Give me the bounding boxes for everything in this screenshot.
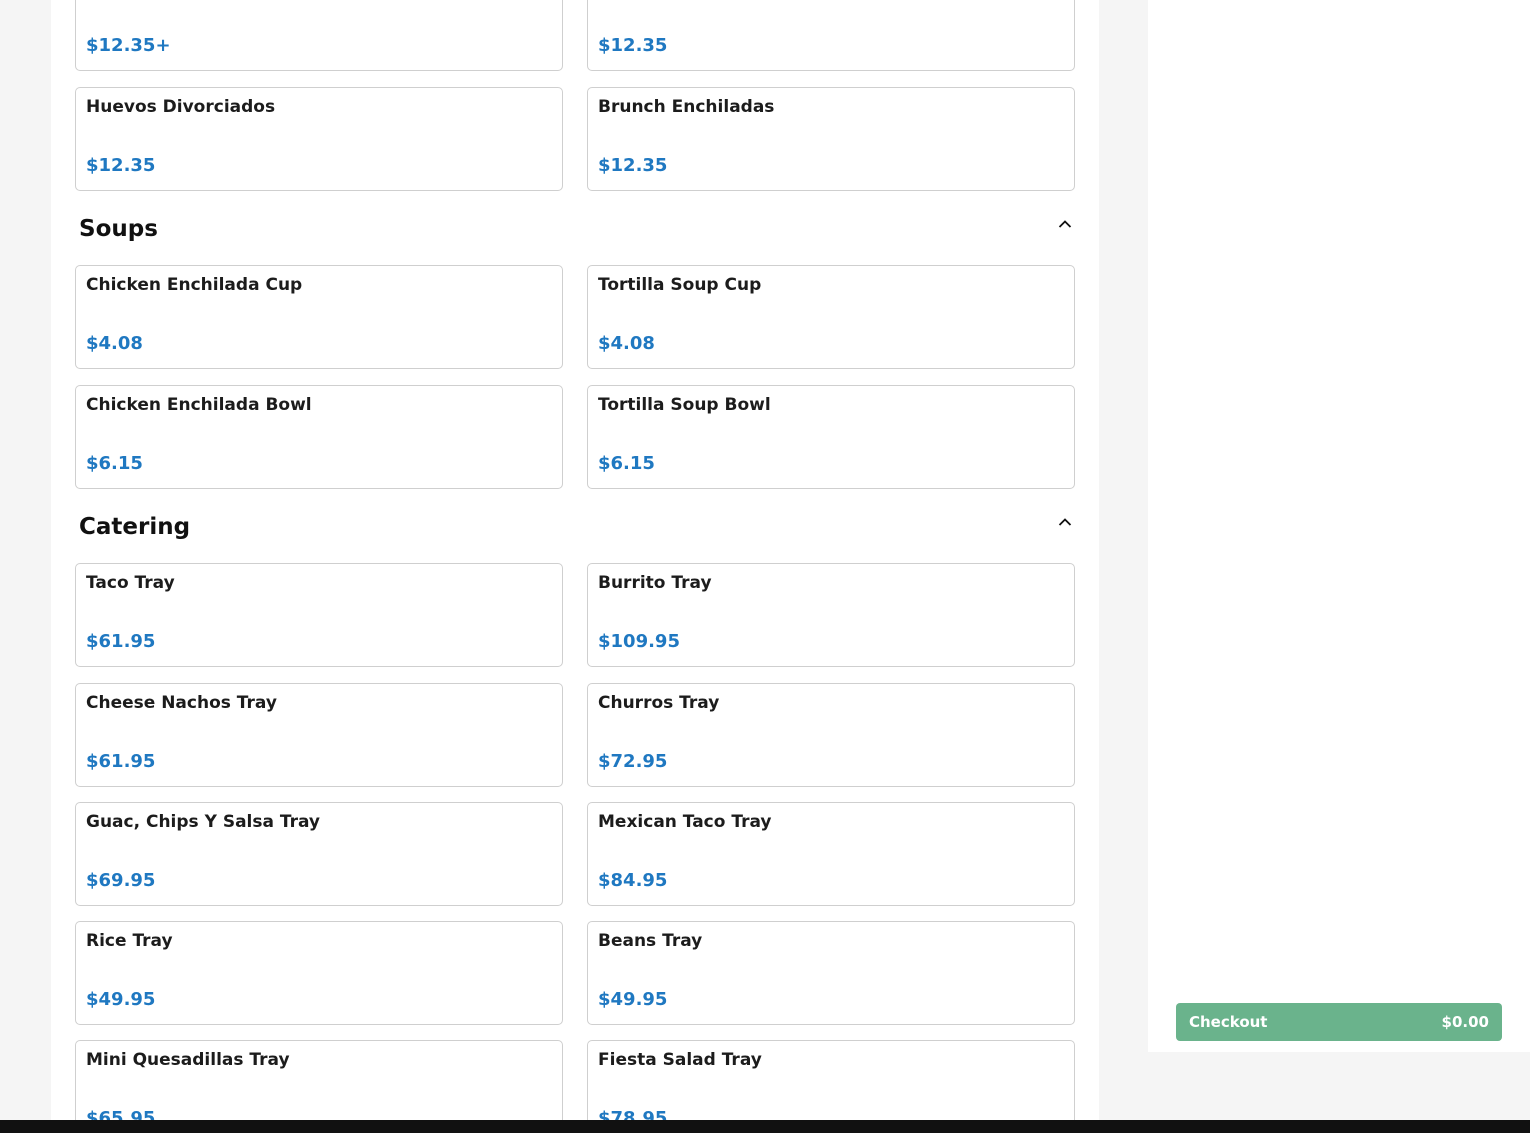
- menu-item-name: Mexican Taco Tray: [598, 812, 772, 832]
- menu-item-price: $61.95: [86, 751, 156, 772]
- menu-item-price: $72.95: [598, 751, 668, 772]
- menu-item-price: $6.15: [86, 453, 143, 474]
- soups-collapse-button[interactable]: [1051, 212, 1079, 236]
- menu-item-name: Tortilla Soup Bowl: [598, 395, 771, 415]
- menu-item-name: Chicken Enchilada Cup: [86, 275, 303, 295]
- menu-item-card[interactable]: Taco Tray $61.95: [75, 563, 563, 667]
- menu-item-name: Huevos Divorciados: [86, 97, 276, 117]
- chevron-up-icon: [1058, 518, 1072, 526]
- menu-item-card[interactable]: Rice Tray $49.95: [75, 921, 563, 1025]
- menu-item-card[interactable]: $12.35+: [75, 0, 563, 71]
- menu-item-card[interactable]: Guac, Chips Y Salsa Tray $69.95: [75, 802, 563, 906]
- menu-item-card[interactable]: Churros Tray $72.95: [587, 683, 1075, 787]
- menu-item-card[interactable]: Cheese Nachos Tray $61.95: [75, 683, 563, 787]
- menu-item-name: Burrito Tray: [598, 573, 712, 593]
- menu-item-price: $12.35: [598, 35, 668, 56]
- menu-item-card[interactable]: Chicken Enchilada Bowl $6.15: [75, 385, 563, 489]
- cart-total: $0.00: [1441, 1013, 1489, 1031]
- menu-item-card[interactable]: Tortilla Soup Bowl $6.15: [587, 385, 1075, 489]
- section-title-catering: Catering: [79, 514, 191, 540]
- menu-item-card[interactable]: Tortilla Soup Cup $4.08: [587, 265, 1075, 369]
- cart-panel: [1148, 0, 1530, 1052]
- menu-item-card[interactable]: Chicken Enchilada Cup $4.08: [75, 265, 563, 369]
- menu-item-card[interactable]: Fiesta Salad Tray $78.95: [587, 1040, 1075, 1120]
- menu-item-price: $65.95: [86, 1108, 156, 1120]
- menu-item-price: $109.95: [598, 631, 680, 652]
- catering-collapse-button[interactable]: [1051, 510, 1079, 534]
- menu-item-card[interactable]: Burrito Tray $109.95: [587, 563, 1075, 667]
- menu-panel: $12.35+ $12.35 Huevos Divorciados $12.35…: [51, 0, 1099, 1120]
- menu-item-price: $78.95: [598, 1108, 668, 1120]
- checkout-button[interactable]: Checkout $0.00: [1176, 1003, 1502, 1041]
- menu-item-card[interactable]: Beans Tray $49.95: [587, 921, 1075, 1025]
- menu-item-price: $61.95: [86, 631, 156, 652]
- menu-item-price: $49.95: [86, 989, 156, 1010]
- menu-item-price: $6.15: [598, 453, 655, 474]
- menu-item-name: Rice Tray: [86, 931, 173, 951]
- menu-item-name: Guac, Chips Y Salsa Tray: [86, 812, 321, 832]
- menu-item-price: $4.08: [598, 333, 655, 354]
- menu-item-name: Churros Tray: [598, 693, 720, 713]
- menu-item-price: $69.95: [86, 870, 156, 891]
- menu-item-price: $12.35+: [86, 35, 171, 56]
- section-title-soups: Soups: [79, 216, 158, 242]
- menu-item-name: Tortilla Soup Cup: [598, 275, 762, 295]
- menu-item-card[interactable]: Huevos Divorciados $12.35: [75, 87, 563, 191]
- menu-item-name: Taco Tray: [86, 573, 175, 593]
- menu-item-name: Beans Tray: [598, 931, 703, 951]
- checkout-label: Checkout: [1189, 1013, 1268, 1031]
- menu-item-name: Cheese Nachos Tray: [86, 693, 277, 713]
- menu-item-name: Fiesta Salad Tray: [598, 1050, 762, 1070]
- menu-item-card[interactable]: $12.35: [587, 0, 1075, 71]
- chevron-up-icon: [1058, 220, 1072, 228]
- menu-item-name: Mini Quesadillas Tray: [86, 1050, 290, 1070]
- menu-item-card[interactable]: Brunch Enchiladas $12.35: [587, 87, 1075, 191]
- menu-item-price: $12.35: [86, 155, 156, 176]
- bottom-bar: [0, 1120, 1530, 1133]
- menu-item-name: Brunch Enchiladas: [598, 97, 775, 117]
- menu-item-name: Chicken Enchilada Bowl: [86, 395, 312, 415]
- menu-item-card[interactable]: Mini Quesadillas Tray $65.95: [75, 1040, 563, 1120]
- menu-item-price: $12.35: [598, 155, 668, 176]
- menu-item-price: $84.95: [598, 870, 668, 891]
- menu-item-card[interactable]: Mexican Taco Tray $84.95: [587, 802, 1075, 906]
- menu-item-price: $49.95: [598, 989, 668, 1010]
- menu-item-price: $4.08: [86, 333, 143, 354]
